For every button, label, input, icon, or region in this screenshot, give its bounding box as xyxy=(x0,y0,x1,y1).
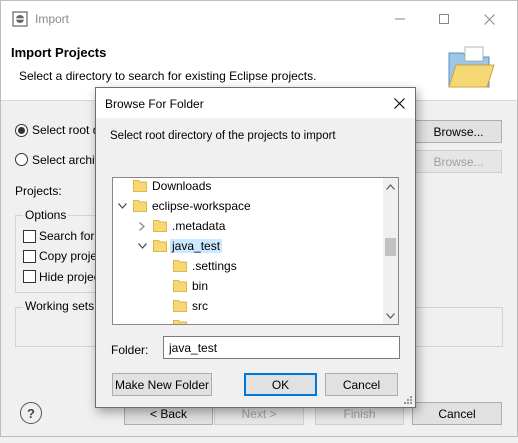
expand-chevron-down-icon[interactable] xyxy=(115,199,129,213)
wizard-description: Select a directory to search for existin… xyxy=(19,69,317,83)
tree-item-label: eclipse-workspace xyxy=(152,199,251,213)
dialog-close-button[interactable] xyxy=(386,91,412,115)
browse-archive-button[interactable]: Browse... xyxy=(415,150,502,173)
tree-item[interactable]: bin xyxy=(113,276,383,296)
close-button[interactable] xyxy=(467,5,511,33)
dialog-cancel-button[interactable]: Cancel xyxy=(325,373,398,396)
folder-icon xyxy=(173,319,187,324)
dialog-title: Browse For Folder xyxy=(105,97,204,111)
tree-item-label: .settings xyxy=(192,259,237,273)
tree-item[interactable]: .metadata xyxy=(113,216,383,236)
folder-icon xyxy=(153,219,167,232)
scroll-down-arrow-icon[interactable] xyxy=(383,307,398,324)
folder-tree-viewport: Downloads eclipse-workspace .metadata java_… xyxy=(113,178,383,324)
folder-label: Folder: xyxy=(111,343,149,357)
hide-projects-checkbox[interactable] xyxy=(23,270,36,283)
tree-item[interactable]: .settings xyxy=(113,256,383,276)
scroll-thumb[interactable] xyxy=(385,238,396,256)
folder-tree[interactable]: Downloads eclipse-workspace .metadata java_… xyxy=(112,177,399,325)
tree-item-label: java_test xyxy=(170,239,223,253)
window-title: Import xyxy=(35,12,70,26)
browse-root-button[interactable]: Browse... xyxy=(415,120,502,143)
vertical-scrollbar[interactable] xyxy=(383,178,398,324)
cancel-button[interactable]: Cancel xyxy=(412,402,502,425)
resize-grip-icon[interactable] xyxy=(401,393,413,405)
minimize-button[interactable] xyxy=(378,5,422,33)
maximize-button[interactable] xyxy=(422,5,466,33)
copy-projects-label: Copy proje xyxy=(39,249,98,263)
select-root-label: Select root d xyxy=(32,123,100,137)
make-new-folder-button[interactable]: Make New Folder xyxy=(112,373,212,396)
tree-item[interactable]: eclipse-workspace xyxy=(113,196,383,216)
tree-item[interactable] xyxy=(113,316,383,324)
tree-item[interactable]: Downloads xyxy=(113,178,383,196)
select-archive-label: Select archiv xyxy=(32,153,101,167)
folder-icon xyxy=(133,179,147,192)
wizard-title: Import Projects xyxy=(11,45,107,60)
folder-icon xyxy=(173,259,187,272)
projects-label: Projects: xyxy=(15,184,62,198)
search-nested-label: Search for xyxy=(39,229,95,243)
ok-button[interactable]: OK xyxy=(244,373,317,396)
tree-item-label: src xyxy=(192,299,208,313)
help-icon[interactable]: ? xyxy=(20,402,42,424)
eclipse-import-icon xyxy=(12,11,28,27)
folder-icon xyxy=(173,299,187,312)
scroll-up-arrow-icon[interactable] xyxy=(383,178,398,195)
dialog-titlebar[interactable]: Browse For Folder xyxy=(96,88,415,118)
folder-icon xyxy=(153,239,167,252)
search-nested-checkbox[interactable] xyxy=(23,230,36,243)
select-archive-radio[interactable] xyxy=(15,153,28,166)
dialog-instruction: Select root directory of the projects to… xyxy=(110,130,336,142)
folder-icon xyxy=(133,199,147,212)
browse-for-folder-dialog: Browse For Folder Select root directory … xyxy=(95,87,416,408)
working-sets-title: Working sets xyxy=(23,299,97,313)
collapsed-chevron-right-icon[interactable] xyxy=(135,219,149,233)
tree-item-label: bin xyxy=(192,279,209,293)
tree-item-label: .metadata xyxy=(172,219,226,233)
expand-chevron-down-icon[interactable] xyxy=(135,239,149,253)
folder-input[interactable] xyxy=(163,336,400,359)
tree-item[interactable]: java_test xyxy=(113,236,383,256)
options-title: Options xyxy=(23,208,69,222)
import-titlebar[interactable]: Import xyxy=(1,1,517,37)
open-folder-banner-icon xyxy=(445,43,495,93)
copy-projects-checkbox[interactable] xyxy=(23,250,36,263)
hide-projects-label: Hide projec xyxy=(39,270,100,284)
tree-item-label: Downloads xyxy=(152,179,212,193)
select-root-radio[interactable] xyxy=(15,124,28,137)
folder-icon xyxy=(173,279,187,292)
tree-item[interactable]: src xyxy=(113,296,383,316)
